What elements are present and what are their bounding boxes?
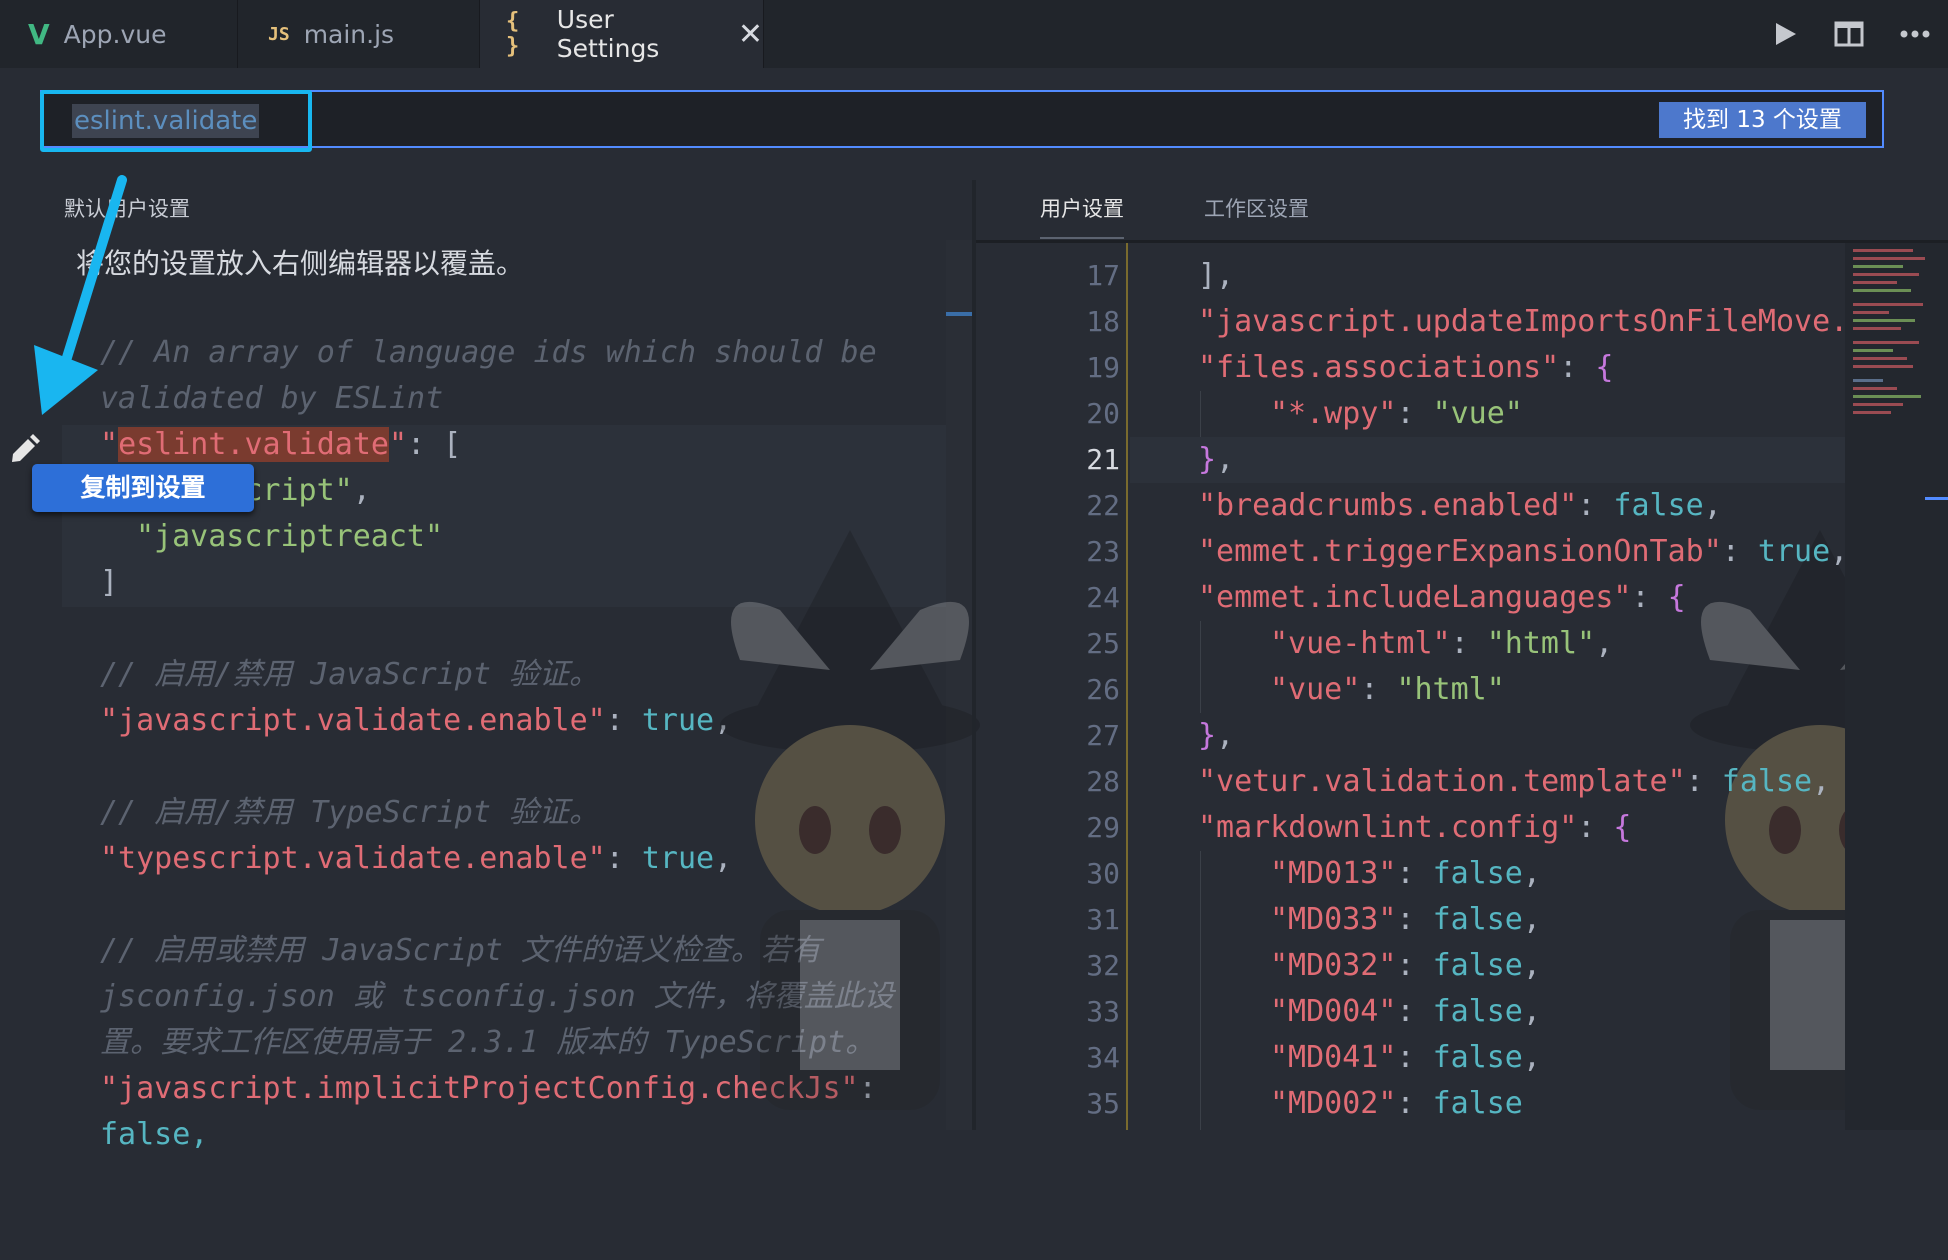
tab-main-js[interactable]: JS main.js [238, 0, 480, 68]
scrollbar-position-marker [1925, 497, 1948, 500]
minimap[interactable] [1845, 243, 1948, 1130]
right-header-divider [976, 240, 1948, 243]
current-line-highlight [1130, 437, 1845, 483]
search-input[interactable] [40, 90, 1884, 148]
line-number: 26 [1086, 673, 1120, 706]
line-number: 33 [1086, 995, 1120, 1028]
indent-guide [1200, 851, 1201, 1130]
line-number: 28 [1086, 765, 1120, 798]
line-number: 18 [1086, 305, 1120, 338]
line-number: 20 [1086, 397, 1120, 430]
line-number: 31 [1086, 903, 1120, 936]
line-number: 23 [1086, 535, 1120, 568]
tab-user-settings-scope[interactable]: 用户设置 [1040, 193, 1124, 239]
pane-divider[interactable] [972, 180, 976, 1130]
vue-icon: V [28, 17, 50, 51]
search-highlight-box [40, 90, 312, 152]
line-number: 25 [1086, 627, 1120, 660]
left-scroll-thumb[interactable] [946, 312, 972, 316]
line-number: 19 [1086, 351, 1120, 384]
tab-app-vue[interactable]: V App.vue [0, 0, 238, 68]
line-number: 30 [1086, 857, 1120, 890]
line-number: 17 [1086, 259, 1120, 292]
line-number: 35 [1086, 1087, 1120, 1120]
tab-label: main.js [303, 19, 395, 49]
close-icon[interactable]: ✕ [738, 17, 763, 52]
js-icon: JS [268, 23, 290, 45]
tab-user-settings[interactable]: { } User Settings ✕ [480, 0, 764, 68]
default-settings-subtitle: 将您的设置放入右侧编辑器以覆盖。 [76, 247, 525, 280]
tab-bar: V App.vue JS main.js { } User Settings ✕ [0, 0, 1948, 68]
line-number: 29 [1086, 811, 1120, 844]
line-number: 27 [1086, 719, 1120, 752]
indent-guide [1200, 621, 1201, 713]
copy-to-settings-menu-item[interactable]: 复制到设置 [32, 464, 254, 512]
line-number: 22 [1086, 489, 1120, 522]
character-watermark-left-icon [720, 530, 980, 1110]
line-number: 24 [1086, 581, 1120, 614]
braces-icon: { } [506, 9, 520, 59]
tab-workspace-settings-scope[interactable]: 工作区设置 [1204, 193, 1309, 223]
indent-guide [1200, 391, 1201, 437]
more-icon[interactable] [1900, 0, 1930, 68]
edit-pencil-icon[interactable] [8, 432, 42, 466]
gutter-modified-bar [1126, 243, 1128, 1130]
line-number: 32 [1086, 949, 1120, 982]
tab-label: App.vue [63, 19, 167, 49]
run-icon[interactable] [1772, 0, 1798, 68]
tab-label: User Settings [556, 5, 660, 63]
found-count-badge: 找到 13 个设置 [1659, 102, 1866, 138]
line-number-current: 21 [1086, 443, 1120, 476]
line-number: 34 [1086, 1041, 1120, 1074]
split-editor-icon[interactable] [1834, 0, 1864, 68]
annotation-arrow-icon [34, 175, 127, 415]
